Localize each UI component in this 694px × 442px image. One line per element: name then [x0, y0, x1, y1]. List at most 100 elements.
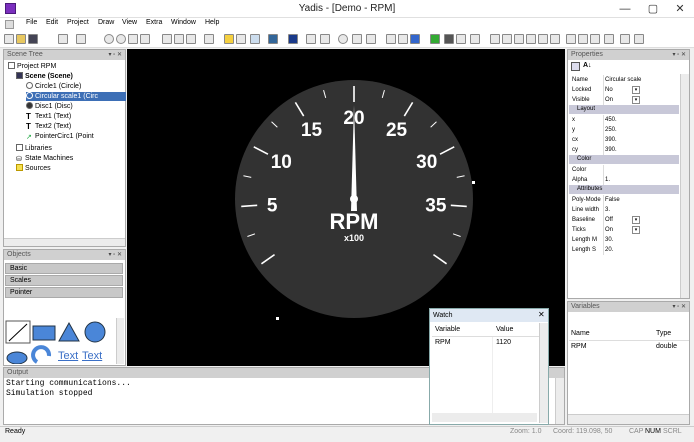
hint-icon[interactable]	[224, 34, 234, 44]
tree-item-text2[interactable]: T Text2 (Text)	[26, 122, 71, 131]
property-row[interactable]: Length S 20.	[569, 245, 679, 255]
property-value[interactable]: Circular scale	[605, 75, 641, 85]
panel-controls-icon[interactable]: ▾ ▫ ✕	[109, 50, 123, 60]
category-scales[interactable]: Scales	[5, 275, 123, 286]
menu-view[interactable]: View	[122, 19, 137, 26]
property-section[interactable]: Layout	[569, 105, 679, 114]
compile-icon[interactable]	[204, 34, 214, 44]
category-basic[interactable]: Basic	[5, 263, 123, 274]
mirror-x-icon[interactable]	[306, 34, 316, 44]
menu-file[interactable]: File	[26, 19, 37, 26]
property-row[interactable]: Name Circular scale	[569, 75, 679, 85]
menu-extra[interactable]: Extra	[146, 19, 162, 26]
watch-icon[interactable]	[410, 34, 420, 44]
watch-close-icon[interactable]: ✕	[538, 310, 545, 319]
dropdown-icon[interactable]: ▾	[632, 216, 640, 224]
align-bottom-icon[interactable]	[550, 34, 560, 44]
dropdown-icon[interactable]: ▾	[632, 96, 640, 104]
tree-item-libraries[interactable]: Libraries	[16, 144, 52, 153]
mirror-y-icon[interactable]	[320, 34, 330, 44]
menu-draw[interactable]: Draw	[98, 19, 114, 26]
align-top-icon[interactable]	[526, 34, 536, 44]
selection-handle[interactable]	[472, 181, 475, 184]
menu-window[interactable]: Window	[171, 19, 196, 26]
group-icon[interactable]	[620, 34, 630, 44]
tree-item-disc1[interactable]: Disc1 (Disc)	[26, 102, 73, 111]
property-row[interactable]: Baseline Off ▾	[569, 215, 679, 225]
property-section[interactable]: Attributes	[569, 185, 679, 194]
property-row[interactable]: Color	[569, 165, 679, 175]
dropdown-icon[interactable]: ▾	[632, 226, 640, 234]
selection-handle[interactable]	[276, 317, 279, 320]
copy-icon[interactable]	[174, 34, 184, 44]
objects-scrollbar[interactable]	[116, 318, 124, 364]
same-height-icon[interactable]	[604, 34, 614, 44]
restore-button[interactable]: ▢	[639, 0, 667, 18]
property-row[interactable]: Line width 3.	[569, 205, 679, 215]
tree-item-project[interactable]: Project RPM	[8, 62, 56, 71]
property-value[interactable]: 390.	[605, 135, 617, 145]
save-icon[interactable]	[28, 34, 38, 44]
menu-help[interactable]: Help	[205, 19, 219, 26]
snapshot-icon[interactable]	[470, 34, 480, 44]
image-icon[interactable]	[366, 34, 376, 44]
run-icon[interactable]	[430, 34, 440, 44]
dropdown-icon[interactable]: ▾	[632, 86, 640, 94]
property-row[interactable]: y 250.	[569, 125, 679, 135]
property-value[interactable]: 1.	[605, 175, 610, 185]
text-shape-icon[interactable]: Text	[58, 350, 78, 362]
grid-icon[interactable]	[456, 34, 466, 44]
watch-hscroll[interactable]	[432, 413, 537, 422]
line-color-icon[interactable]	[288, 34, 298, 44]
text-block-shape-icon[interactable]: Text	[82, 350, 102, 362]
stop-icon[interactable]	[444, 34, 454, 44]
doc-icon[interactable]	[5, 20, 14, 29]
tree-item-pointer[interactable]: ↗ PointerCirc1 (Point	[26, 132, 94, 141]
tree-item-text1[interactable]: T Text1 (Text)	[26, 112, 71, 121]
scene-tree-scrollbar[interactable]	[4, 238, 125, 246]
property-row[interactable]: x 450.	[569, 115, 679, 125]
new-icon[interactable]	[4, 34, 14, 44]
panel-controls-icon[interactable]: ▾ ▫ ✕	[673, 302, 687, 312]
same-width-icon[interactable]	[590, 34, 600, 44]
tree-item-scene[interactable]: Scene (Scene)	[16, 72, 73, 81]
property-row[interactable]: Locked No ▾	[569, 85, 679, 95]
tree-item-sources[interactable]: Sources	[16, 164, 51, 173]
rotate-icon[interactable]	[352, 34, 362, 44]
redo-icon[interactable]	[76, 34, 86, 44]
open-icon[interactable]	[16, 34, 26, 44]
variable-row-name[interactable]: RPM	[571, 343, 587, 350]
contrast-icon[interactable]	[338, 34, 348, 44]
property-row[interactable]: Poly-Mode False	[569, 195, 679, 205]
categorized-icon[interactable]	[571, 62, 580, 71]
sort-az-icon[interactable]: A↓	[583, 62, 592, 69]
properties-scrollbar[interactable]	[680, 74, 689, 298]
align-left-icon[interactable]	[490, 34, 500, 44]
zoom-fit-icon[interactable]	[128, 34, 138, 44]
zoom-in-icon[interactable]	[104, 34, 114, 44]
property-value[interactable]: 250.	[605, 125, 617, 135]
tree-item-circle1[interactable]: Circle1 (Circle)	[26, 82, 81, 91]
distribute-v-icon[interactable]	[578, 34, 588, 44]
property-value[interactable]: 450.	[605, 115, 617, 125]
property-row[interactable]: Length M 30.	[569, 235, 679, 245]
variable-icon[interactable]	[386, 34, 396, 44]
watch-vscroll[interactable]	[539, 323, 548, 423]
zoom-out-icon[interactable]	[116, 34, 126, 44]
property-value[interactable]: 390.	[605, 145, 617, 155]
property-row[interactable]: Visible On ▾	[569, 95, 679, 105]
camera-icon[interactable]	[398, 34, 408, 44]
property-row[interactable]: Alpha 1.	[569, 175, 679, 185]
output-scrollbar[interactable]	[555, 378, 564, 424]
tree-item-circular-scale1[interactable]: Circular scale1 (Circ	[26, 92, 126, 101]
panel-controls-icon[interactable]: ▾ ▫ ✕	[109, 250, 123, 260]
ungroup-icon[interactable]	[634, 34, 644, 44]
align-middle-icon[interactable]	[538, 34, 548, 44]
paste-icon[interactable]	[186, 34, 196, 44]
minimize-button[interactable]: —	[611, 0, 639, 18]
align-center-icon[interactable]	[502, 34, 512, 44]
panel-controls-icon[interactable]: ▾ ▫ ✕	[673, 50, 687, 60]
property-value[interactable]: On	[605, 225, 613, 235]
property-row[interactable]: Ticks On ▾	[569, 225, 679, 235]
property-value[interactable]: Off	[605, 215, 613, 225]
